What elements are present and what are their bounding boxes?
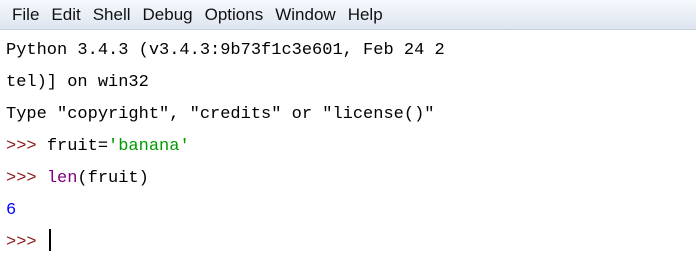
code-text: fruit= [46,137,109,156]
shell-text-area[interactable]: Python 3.4.3 (v3.4.3:9b73f1c3e601, Feb 2… [0,31,696,276]
menu-help[interactable]: Help [342,0,389,30]
menu-options[interactable]: Options [199,0,270,30]
menu-bar: File Edit Shell Debug Options Window Hel… [0,0,696,30]
input-line: >>> fruit='banana' [6,131,696,163]
menu-file[interactable]: File [6,0,45,30]
shell-prompt: >>> [6,169,47,188]
text-cursor [48,229,51,251]
code-text: (fruit) [77,169,149,188]
menu-edit[interactable]: Edit [45,0,86,30]
banner-line: Type "copyright", "credits" or "license(… [6,105,445,124]
builtin-function: len [46,169,78,188]
input-line: >>> len(fruit) [6,163,696,195]
menu-shell[interactable]: Shell [87,0,137,30]
banner-line: Python 3.4.3 (v3.4.3:9b73f1c3e601, Feb 2… [6,41,445,60]
idle-shell-window: File Edit Shell Debug Options Window Hel… [0,0,696,276]
string-literal: 'banana' [108,137,190,156]
shell-prompt: >>> [6,233,47,252]
banner-line: tel)] on win32 [6,73,149,92]
current-input-line[interactable]: >>> [6,227,696,259]
menu-debug[interactable]: Debug [137,0,199,30]
output-line: 6 [6,201,17,220]
menu-window[interactable]: Window [269,0,341,30]
shell-prompt: >>> [6,137,47,156]
